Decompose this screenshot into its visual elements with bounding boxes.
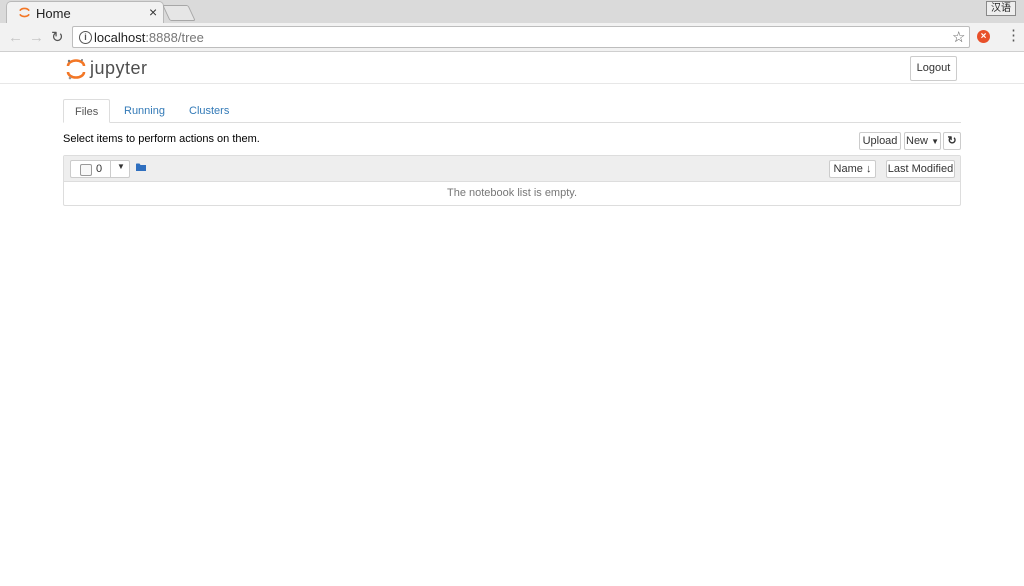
sort-by-name-button[interactable]: Name ↓ <box>829 160 876 178</box>
extension-icon[interactable]: × <box>977 30 990 43</box>
caret-down-icon: ▼ <box>931 137 939 146</box>
url-text: localhost:8888/tree <box>94 30 204 45</box>
back-arrow-icon[interactable]: ← <box>8 29 23 46</box>
jupyter-wordmark: jupyter <box>90 58 148 78</box>
selected-count: 0 <box>96 163 103 175</box>
browser-toolbar: ← → ↻ i localhost:8888/tree ☆ × ⋮ <box>0 23 1024 52</box>
jupyter-logo-icon <box>66 59 86 80</box>
caret-down-icon: ▼ <box>117 162 125 171</box>
browser-tabstrip: Home × 汉语 <box>0 0 1024 23</box>
close-tab-icon[interactable]: × <box>149 4 157 20</box>
new-tab-button[interactable] <box>162 5 196 21</box>
site-info-icon[interactable]: i <box>79 31 92 44</box>
url-host: localhost <box>94 30 146 45</box>
jupyter-favicon-icon <box>19 7 30 18</box>
browser-tab-title: Home <box>36 6 71 21</box>
new-button-label: New <box>906 135 929 147</box>
input-method-indicator[interactable]: 汉语 <box>986 1 1016 16</box>
reload-icon[interactable]: ↻ <box>51 28 64 46</box>
tab-clusters[interactable]: Clusters <box>189 99 229 122</box>
browser-menu-icon[interactable]: ⋮ <box>1006 28 1021 43</box>
tab-running[interactable]: Running <box>124 99 165 122</box>
upload-button[interactable]: Upload <box>859 132 901 150</box>
jupyter-header: jupyter Logout <box>0 52 1024 84</box>
address-bar[interactable]: i localhost:8888/tree ☆ <box>72 26 970 48</box>
browser-tab-home[interactable]: Home × <box>6 1 164 23</box>
url-path: :8888/tree <box>145 30 204 45</box>
logout-button[interactable]: Logout <box>910 56 957 81</box>
new-dropdown-button[interactable]: New ▼ <box>904 132 941 150</box>
select-all-checkbox[interactable] <box>80 164 92 176</box>
tab-files[interactable]: Files <box>63 99 111 123</box>
refresh-button[interactable]: ↻ <box>943 132 961 150</box>
notebook-list: 0 ▼ Name ↓ Last Modified The notebook li… <box>63 155 961 206</box>
select-menu-dropdown[interactable]: ▼ <box>110 161 130 177</box>
folder-icon[interactable] <box>136 163 146 171</box>
notebook-list-header: 0 ▼ Name ↓ Last Modified <box>64 156 960 182</box>
refresh-icon: ↻ <box>947 135 957 147</box>
select-all-group: 0 ▼ <box>70 160 130 178</box>
main-tabs: Files Running Clusters <box>63 99 961 123</box>
bookmark-star-icon[interactable]: ☆ <box>952 28 965 46</box>
sort-name-label: Name <box>833 163 863 175</box>
selection-hint: Select items to perform actions on them. <box>63 133 260 145</box>
forward-arrow-icon[interactable]: → <box>29 29 44 46</box>
sort-by-modified-button[interactable]: Last Modified <box>886 160 955 178</box>
empty-list-message: The notebook list is empty. <box>446 187 578 199</box>
arrow-down-icon: ↓ <box>865 163 872 175</box>
